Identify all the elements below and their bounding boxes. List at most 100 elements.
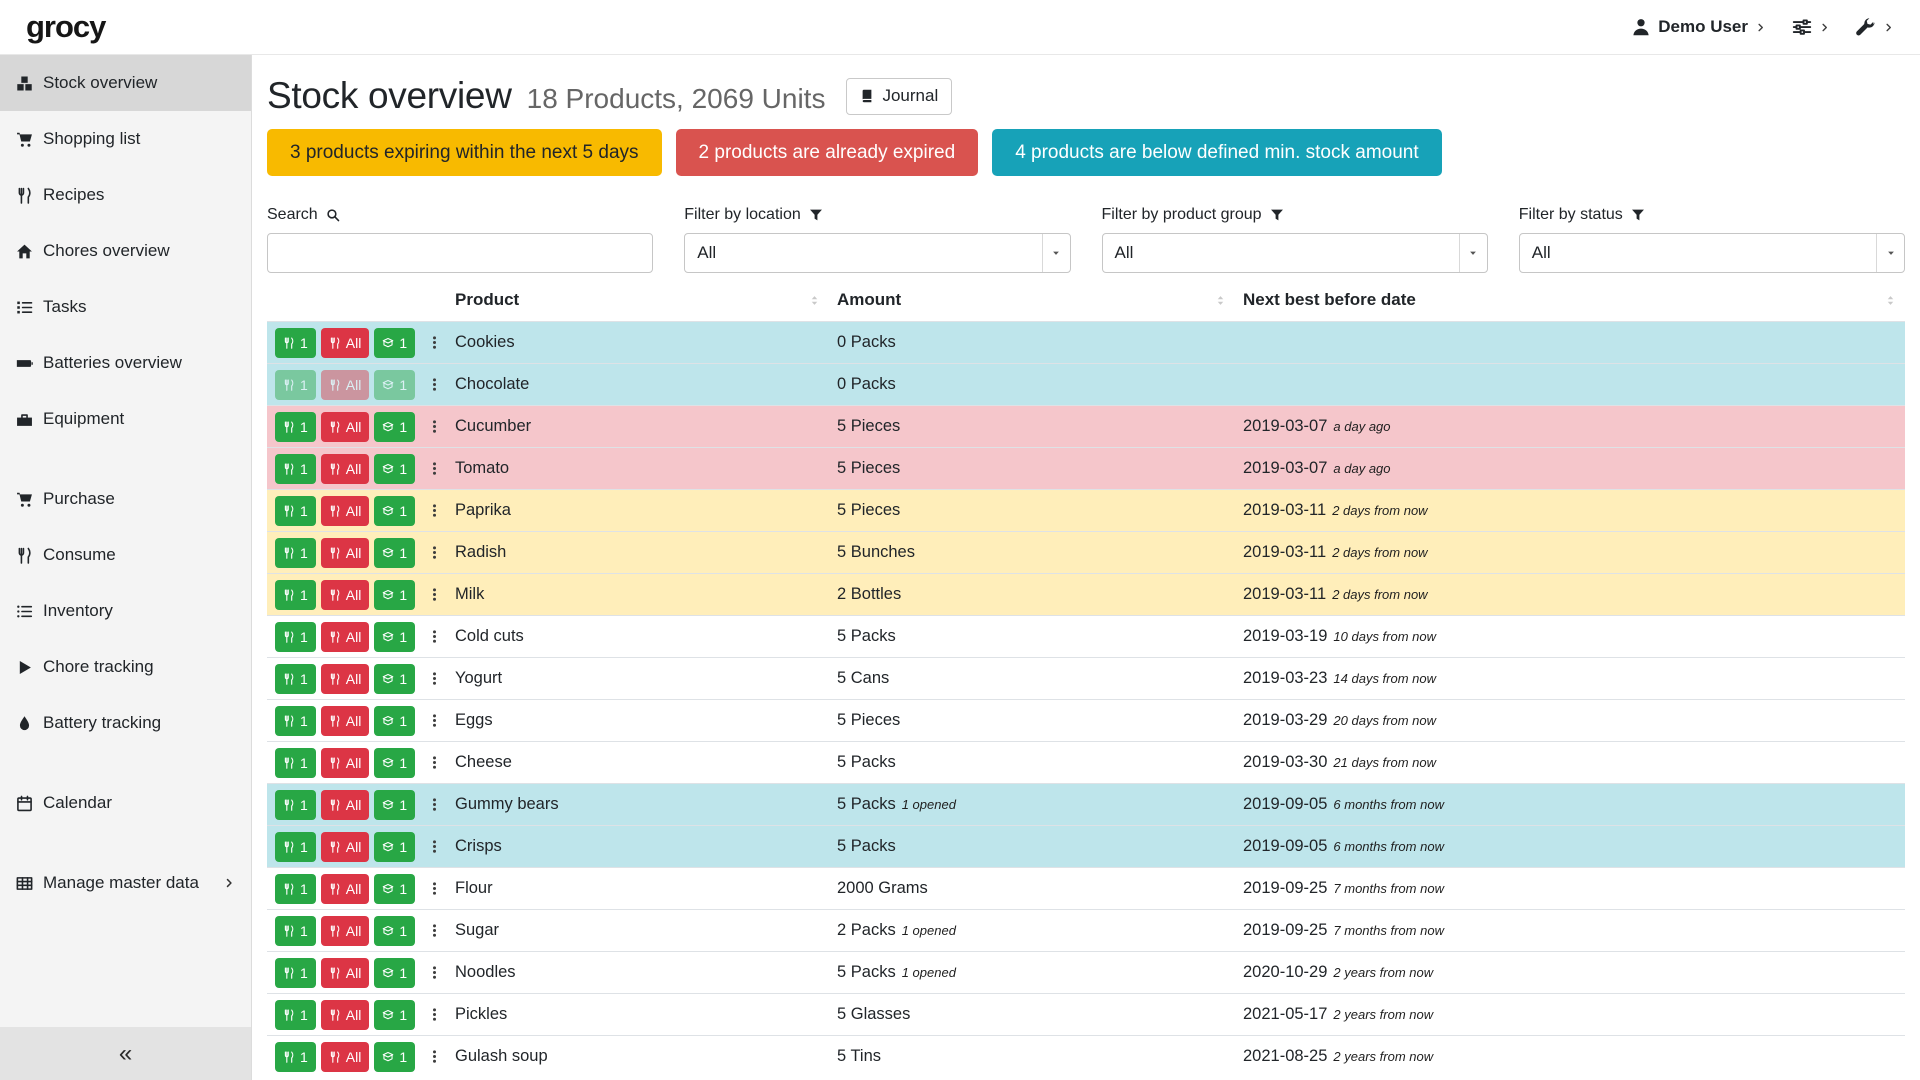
sidebar-item-manage-master-data[interactable]: Manage master data [0,855,251,911]
row-menu-button[interactable] [427,713,442,728]
open-one-button[interactable]: 1 [374,370,415,400]
consume-one-button[interactable]: 1 [275,622,316,652]
consume-all-button[interactable]: All [321,412,370,442]
open-one-button[interactable]: 1 [374,580,415,610]
consume-all-button[interactable]: All [321,328,370,358]
consume-all-button[interactable]: All [321,454,370,484]
row-menu-button[interactable] [427,587,442,602]
user-menu[interactable]: Demo User [1631,17,1766,37]
sidebar-item-inventory[interactable]: Inventory [0,583,251,639]
open-one-button[interactable]: 1 [374,1000,415,1030]
open-one-button[interactable]: 1 [374,412,415,442]
consume-all-button[interactable]: All [321,958,370,988]
consume-all-button[interactable]: All [321,664,370,694]
consume-one-button[interactable]: 1 [275,328,316,358]
sidebar-item-batteries-overview[interactable]: Batteries overview [0,335,251,391]
sidebar-item-equipment[interactable]: Equipment [0,391,251,447]
sidebar-item-recipes[interactable]: Recipes [0,167,251,223]
consume-one-button[interactable]: 1 [275,454,316,484]
open-one-button[interactable]: 1 [374,916,415,946]
consume-one-button[interactable]: 1 [275,706,316,736]
consume-one-button[interactable]: 1 [275,1042,316,1072]
consume-one-button[interactable]: 1 [275,916,316,946]
status-select[interactable]: All [1519,233,1905,273]
consume-all-button[interactable]: All [321,496,370,526]
row-menu-button[interactable] [427,545,442,560]
location-select[interactable]: All [684,233,1070,273]
sidebar-item-battery-tracking[interactable]: Battery tracking [0,695,251,751]
consume-all-button[interactable]: All [321,790,370,820]
consume-all-button[interactable]: All [321,832,370,862]
consume-all-button[interactable]: All [321,916,370,946]
product-group-select[interactable]: All [1102,233,1488,273]
consume-one-button[interactable]: 1 [275,958,316,988]
consume-all-button[interactable]: All [321,748,370,778]
settings-menu[interactable] [1792,17,1830,37]
consume-all-button[interactable]: All [321,622,370,652]
date-column-header[interactable]: Next best before date [1235,279,1905,322]
open-one-button[interactable]: 1 [374,958,415,988]
open-one-button[interactable]: 1 [374,1042,415,1072]
consume-one-button[interactable]: 1 [275,538,316,568]
expiring-alert-button[interactable]: 3 products expiring within the next 5 da… [267,129,662,176]
sidebar-item-chores-overview[interactable]: Chores overview [0,223,251,279]
row-menu-button[interactable] [427,671,442,686]
admin-menu[interactable] [1856,17,1894,37]
sidebar-item-shopping-list[interactable]: Shopping list [0,111,251,167]
consume-one-button[interactable]: 1 [275,790,316,820]
row-menu-button[interactable] [427,881,442,896]
consume-one-button[interactable]: 1 [275,412,316,442]
consume-all-button[interactable]: All [321,370,370,400]
product-column-header[interactable]: Product [447,279,829,322]
row-menu-button[interactable] [427,755,442,770]
open-one-button[interactable]: 1 [374,622,415,652]
app-logo[interactable]: grocy [26,9,105,45]
open-one-button[interactable]: 1 [374,874,415,904]
amount-column-header[interactable]: Amount [829,279,1235,322]
consume-one-button[interactable]: 1 [275,664,316,694]
below-min-stock-alert-button[interactable]: 4 products are below defined min. stock … [992,129,1441,176]
row-menu-button[interactable] [427,923,442,938]
row-menu-button[interactable] [427,1007,442,1022]
consume-all-button[interactable]: All [321,706,370,736]
open-one-button[interactable]: 1 [374,496,415,526]
open-one-button[interactable]: 1 [374,538,415,568]
row-menu-button[interactable] [427,797,442,812]
row-menu-button[interactable] [427,503,442,518]
row-menu-button[interactable] [427,419,442,434]
consume-all-button[interactable]: All [321,874,370,904]
consume-one-button[interactable]: 1 [275,370,316,400]
row-menu-button[interactable] [427,965,442,980]
collapse-sidebar-button[interactable]: « [0,1027,251,1080]
consume-all-button[interactable]: All [321,1042,370,1072]
row-menu-button[interactable] [427,1049,442,1064]
open-one-button[interactable]: 1 [374,832,415,862]
consume-one-button[interactable]: 1 [275,832,316,862]
row-menu-button[interactable] [427,629,442,644]
sidebar-item-chore-tracking[interactable]: Chore tracking [0,639,251,695]
consume-one-button[interactable]: 1 [275,496,316,526]
row-menu-button[interactable] [427,377,442,392]
sidebar-item-tasks[interactable]: Tasks [0,279,251,335]
sidebar-item-consume[interactable]: Consume [0,527,251,583]
search-input[interactable] [267,233,653,273]
expired-alert-button[interactable]: 2 products are already expired [676,129,979,176]
row-menu-button[interactable] [427,335,442,350]
consume-one-button[interactable]: 1 [275,1000,316,1030]
open-one-button[interactable]: 1 [374,790,415,820]
open-one-button[interactable]: 1 [374,664,415,694]
open-one-button[interactable]: 1 [374,328,415,358]
consume-one-button[interactable]: 1 [275,874,316,904]
sidebar-item-calendar[interactable]: Calendar [0,775,251,831]
open-one-button[interactable]: 1 [374,748,415,778]
consume-one-button[interactable]: 1 [275,580,316,610]
journal-button[interactable]: Journal [846,78,952,115]
sidebar-item-stock-overview[interactable]: Stock overview [0,55,251,111]
open-one-button[interactable]: 1 [374,706,415,736]
open-one-button[interactable]: 1 [374,454,415,484]
consume-all-button[interactable]: All [321,580,370,610]
sidebar-item-purchase[interactable]: Purchase [0,471,251,527]
consume-all-button[interactable]: All [321,1000,370,1030]
consume-all-button[interactable]: All [321,538,370,568]
row-menu-button[interactable] [427,461,442,476]
